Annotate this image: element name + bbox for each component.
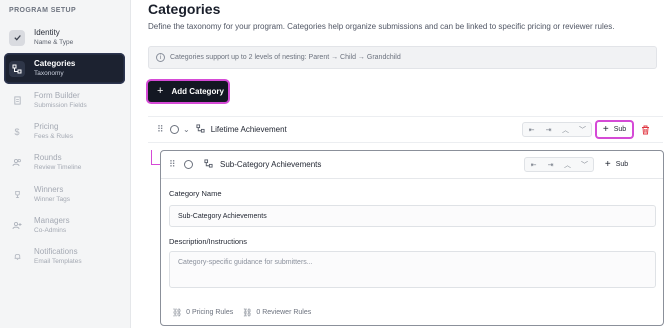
sidebar-item-sublabel: Name & Type: [34, 39, 74, 46]
move-up-icon[interactable]: ︿: [559, 158, 576, 171]
move-controls: ⇤ ⇥ ︿ ﹀: [524, 157, 594, 172]
sidebar-item-label: Winners: [34, 185, 64, 194]
sidebar-item-identity[interactable]: Identity Name & Type: [4, 22, 125, 53]
sidebar-item-pricing[interactable]: $ Pricing Fees & Rules: [4, 116, 125, 147]
category-controls: ⇤ ⇥ ︿ ﹀ + Sub: [522, 117, 663, 142]
sidebar-item-label: Notifications: [34, 247, 78, 256]
sidebar-item-categories[interactable]: Categories Taxonomy: [4, 53, 125, 84]
move-down-icon[interactable]: ﹀: [574, 123, 591, 136]
sidebar-item-sublabel: Email Templates: [34, 258, 82, 265]
hierarchy-icon: [204, 159, 213, 170]
plus-icon: +: [602, 123, 609, 135]
category-name-label: Category Name: [169, 189, 222, 198]
chevron-down-icon[interactable]: ⌄: [183, 125, 190, 134]
link-icon: ⛓: [242, 308, 253, 317]
outdent-icon[interactable]: ⇤: [523, 123, 540, 136]
category-row[interactable]: ⠿ ⌄ Lifetime Achievement ⇤ ⇥ ︿ ﹀ + Sub: [148, 116, 663, 143]
move-up-icon[interactable]: ︿: [557, 123, 574, 136]
drag-handle-icon[interactable]: ⠿: [157, 125, 165, 134]
form-icon: [9, 93, 25, 109]
plus-icon: +: [604, 158, 611, 170]
hierarchy-icon: [196, 124, 205, 135]
reviewer-rules-link[interactable]: 0 Reviewer Rules: [256, 309, 311, 316]
category-row[interactable]: ⠿ Sub-Category Achievements ⇤ ⇥ ︿ ﹀ + Su…: [161, 151, 663, 179]
sidebar-item-sublabel: Co-Admins: [34, 227, 67, 234]
sidebar-item-form-builder[interactable]: Form Builder Submission Fields: [4, 85, 125, 116]
drag-handle-icon[interactable]: ⠿: [169, 160, 177, 169]
sidebar-item-sublabel: Fees & Rules: [34, 133, 74, 140]
page-title: Categories: [148, 1, 221, 17]
sidebar-item-label: Pricing: [34, 122, 59, 131]
subcategory-card: ⠿ Sub-Category Achievements ⇤ ⇥ ︿ ﹀ + Su…: [160, 150, 664, 326]
add-category-button[interactable]: + Add Category: [148, 81, 228, 102]
sidebar-item-sublabel: Winner Tags: [34, 196, 71, 203]
add-subcategory-button[interactable]: + Sub: [597, 122, 632, 137]
outdent-icon[interactable]: ⇤: [525, 158, 542, 171]
check-icon: [9, 29, 25, 46]
sidebar-item-label: Managers: [34, 216, 70, 225]
add-subcategory-label: Sub: [615, 161, 629, 168]
sidebar-item-label: Identity: [34, 28, 60, 37]
plus-icon: +: [157, 85, 164, 97]
nesting-info-text: Categories support up to 2 levels of nes…: [170, 54, 401, 61]
category-name-input[interactable]: Sub-Category Achievements: [169, 205, 656, 227]
indent-icon[interactable]: ⇥: [540, 123, 557, 136]
sidebar-item-label: Form Builder: [34, 91, 80, 100]
trophy-icon: [9, 187, 25, 203]
category-name: Sub-Category Achievements: [220, 160, 322, 169]
sidebar-item-label: Rounds: [34, 153, 62, 162]
move-controls: ⇤ ⇥ ︿ ﹀: [522, 122, 592, 137]
link-icon: ⛓: [172, 308, 183, 317]
delete-icon[interactable]: [638, 125, 652, 135]
pricing-rules-link[interactable]: 0 Pricing Rules: [186, 309, 233, 316]
users-icon: [9, 155, 25, 171]
main-content: Categories Define the taxonomy for your …: [131, 0, 670, 328]
sidebar-header: PROGRAM SETUP: [9, 7, 77, 14]
page-description: Define the taxonomy for your program. Ca…: [148, 22, 615, 31]
hierarchy-icon: [9, 60, 25, 77]
description-textarea[interactable]: Category-specific guidance for submitter…: [169, 251, 656, 288]
info-icon: i: [156, 53, 165, 62]
add-subcategory-label: Sub: [613, 126, 627, 133]
sidebar-item-sublabel: Review Timeline: [34, 164, 82, 171]
linked-rules: ⛓ 0 Pricing Rules ⛓ 0 Reviewer Rules: [172, 308, 311, 317]
sidebar-item-label: Categories: [34, 59, 76, 68]
category-select-radio[interactable]: [170, 125, 179, 134]
category-select-radio[interactable]: [184, 160, 193, 169]
sidebar-item-sublabel: Submission Fields: [34, 102, 87, 109]
indent-icon[interactable]: ⇥: [542, 158, 559, 171]
add-subcategory-button[interactable]: + Sub: [599, 157, 634, 172]
add-category-label: Add Category: [171, 87, 224, 96]
move-down-icon[interactable]: ﹀: [576, 158, 593, 171]
category-name: Lifetime Achievement: [210, 125, 287, 134]
user-plus-icon: [9, 218, 25, 234]
nesting-info-banner: i Categories support up to 2 levels of n…: [148, 46, 657, 69]
sidebar: PROGRAM SETUP Identity Name & Type Categ…: [0, 0, 131, 328]
dollar-icon: $: [14, 126, 20, 137]
sidebar-item-managers[interactable]: Managers Co-Admins: [4, 210, 125, 241]
description-label: Description/Instructions: [169, 237, 247, 246]
sidebar-item-winners[interactable]: Winners Winner Tags: [4, 179, 125, 210]
bell-icon: [9, 249, 25, 265]
sidebar-item-notifications[interactable]: Notifications Email Templates: [4, 241, 125, 272]
sidebar-item-rounds[interactable]: Rounds Review Timeline: [4, 147, 125, 178]
sidebar-item-sublabel: Taxonomy: [34, 70, 64, 77]
category-controls: ⇤ ⇥ ︿ ﹀ + Sub: [524, 151, 663, 178]
